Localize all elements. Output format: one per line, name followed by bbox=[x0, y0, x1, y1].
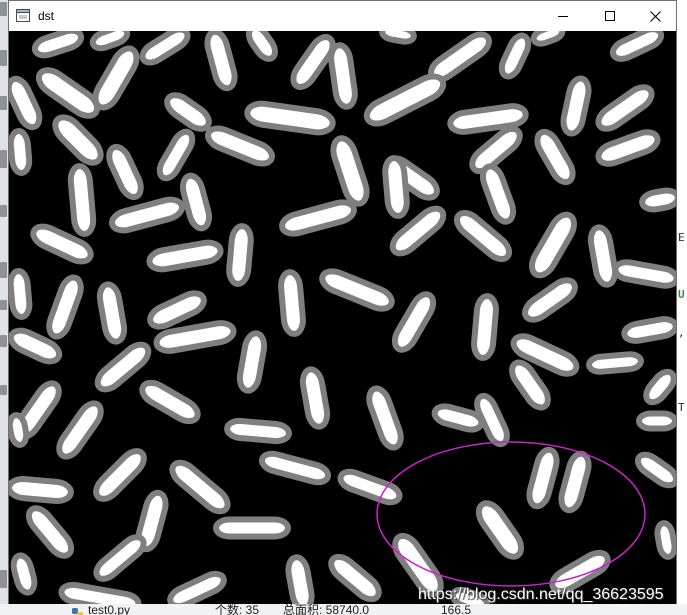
rice-grain bbox=[278, 269, 306, 337]
console-total-area: 总面积: 58740.0 bbox=[283, 604, 370, 615]
rice-grain bbox=[636, 410, 676, 432]
ide-sidebar-fragment bbox=[0, 0, 8, 604]
editor-text-fragment: , bbox=[678, 326, 685, 339]
rice-grain bbox=[9, 128, 33, 176]
rice-grain bbox=[471, 293, 499, 361]
editor-text-fragment: T bbox=[678, 401, 685, 414]
maximize-icon bbox=[605, 11, 615, 21]
minimize-icon bbox=[558, 16, 568, 17]
rice-grain bbox=[586, 351, 644, 375]
ide-gutter-icon bbox=[0, 2, 7, 16]
rice-grain bbox=[654, 520, 676, 560]
close-icon bbox=[649, 10, 661, 22]
image-canvas bbox=[9, 31, 676, 604]
screen: E U , T dst https://blog.csdn.net/qq_366… bbox=[0, 0, 687, 615]
editor-text-fragment: E bbox=[678, 231, 685, 244]
rice-grain bbox=[226, 223, 254, 287]
ide-bottom-bar: test0.py 个数: 35 总面积: 58740.0 166.5 bbox=[0, 604, 687, 615]
ide-gutter-icon bbox=[0, 335, 7, 347]
opencv-window: dst bbox=[8, 0, 677, 604]
rice-grain bbox=[9, 412, 30, 448]
ide-gutter-icon bbox=[0, 570, 7, 588]
rice-grain bbox=[9, 476, 74, 504]
ide-gutter-icon bbox=[0, 262, 7, 278]
run-tab-label[interactable]: test0.py bbox=[88, 604, 130, 615]
python-icon bbox=[72, 605, 83, 615]
rice-grain bbox=[213, 516, 291, 540]
ide-gutter-icon bbox=[0, 50, 7, 66]
editor-text-fragment: U bbox=[678, 288, 685, 301]
ide-editor-fragment: E U , T bbox=[677, 0, 687, 604]
minimize-button[interactable] bbox=[541, 1, 585, 31]
ide-gutter-icon bbox=[0, 385, 7, 395]
console-partial-value: 166.5 bbox=[441, 604, 472, 615]
window-title: dst bbox=[38, 9, 55, 23]
maximize-button[interactable] bbox=[588, 1, 632, 31]
rice-grain bbox=[224, 417, 292, 445]
close-button[interactable] bbox=[634, 1, 676, 31]
ide-gutter-icon bbox=[0, 205, 7, 217]
window-icon bbox=[16, 9, 30, 22]
ide-gutter-icon bbox=[0, 96, 7, 110]
ide-gutter-icon bbox=[0, 300, 7, 310]
watermark: https://blog.csdn.net/qq_36623595 bbox=[418, 586, 664, 603]
rice-grain bbox=[9, 268, 33, 320]
title-bar[interactable]: dst bbox=[9, 1, 676, 31]
console-count: 个数: 35 bbox=[215, 604, 260, 615]
rice-grain bbox=[67, 163, 97, 237]
rice-grain bbox=[382, 155, 410, 219]
ide-gutter-icon bbox=[0, 150, 7, 168]
